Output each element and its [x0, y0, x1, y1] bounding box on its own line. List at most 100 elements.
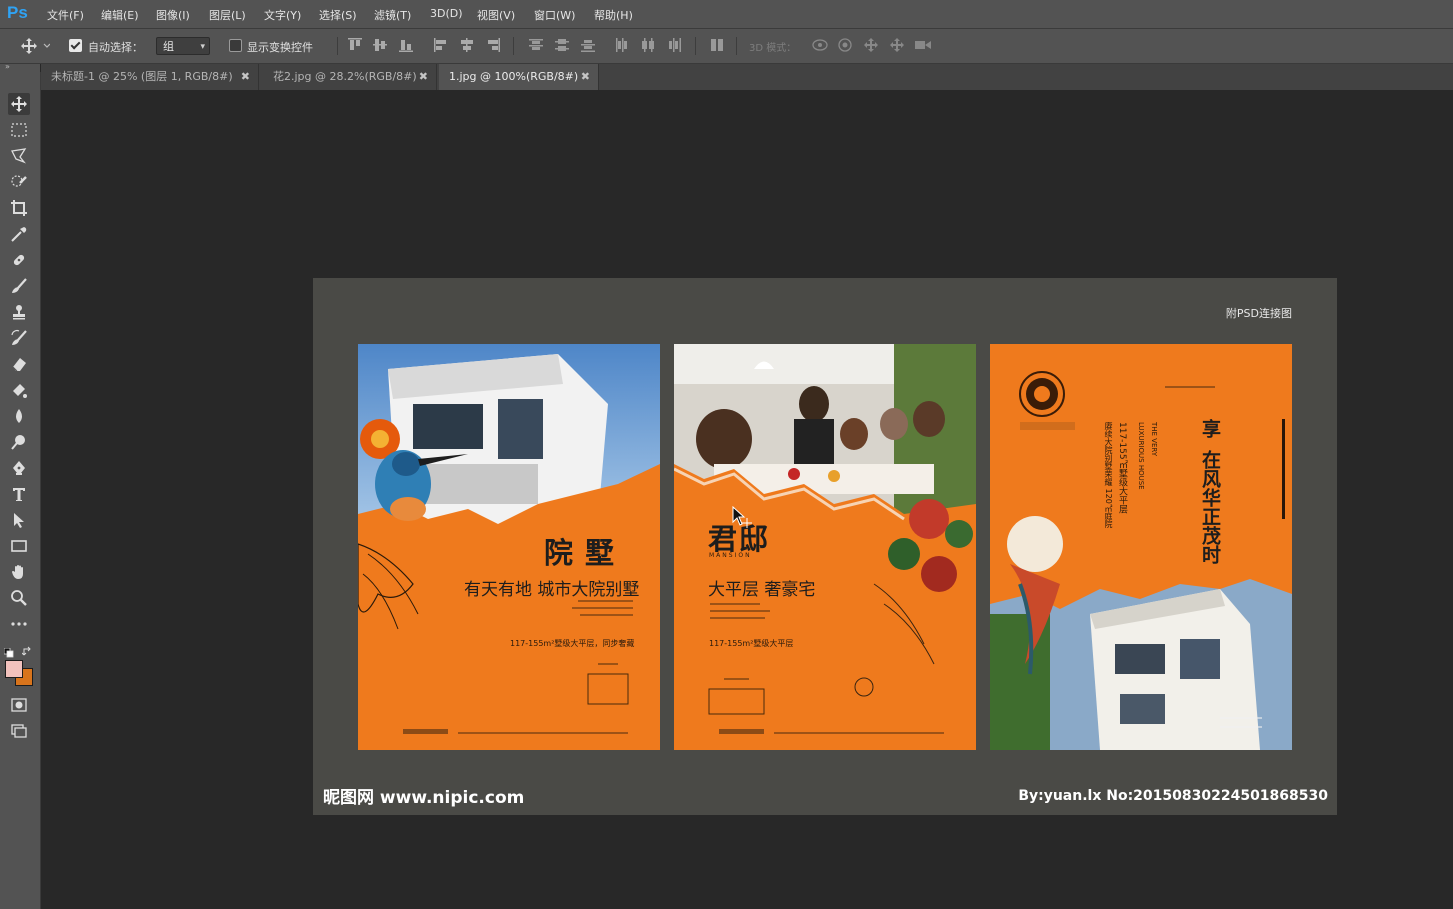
3d-mode-label: 3D 模式： [749, 43, 797, 54]
fine-print [578, 600, 633, 602]
auto-select-checkbox[interactable] [69, 39, 82, 52]
tab-untitled-1[interactable]: 未标题-1 @ 25% (图层 1, RGB/8#) ✖ [41, 64, 259, 90]
healing-brush-tool-icon[interactable] [8, 249, 30, 271]
fine-print [710, 617, 765, 619]
menu-layer[interactable]: 图层(L) [209, 7, 246, 23]
3d-rotate-icon[interactable] [812, 38, 828, 52]
poster-3-artwork [990, 371, 1292, 750]
more-tools-icon[interactable] [8, 613, 30, 635]
poster-2: 君邸 MANSION 大平层 奢豪宅 117-155m²墅级大平层 [674, 344, 976, 750]
poster-3: 享 在风华正茂时 117-155㎡墅级大平层 LUXURIOUS HOUSE T… [990, 344, 1292, 750]
align-vcenter-icon[interactable] [373, 38, 387, 52]
watermark-nipic: 昵图网 www.nipic.com [323, 788, 525, 808]
poster-3-vertical-line-2: LUXURIOUS HOUSE [1137, 422, 1145, 490]
align-right-icon[interactable] [486, 38, 500, 52]
crop-tool-icon[interactable] [8, 197, 30, 219]
fine-print [403, 729, 448, 734]
pen-tool-icon[interactable] [8, 457, 30, 479]
tab-label: 1.jpg @ 100%(RGB/8#) [449, 70, 579, 83]
menu-image[interactable]: 图像(I) [156, 7, 190, 23]
close-icon[interactable]: ✖ [241, 64, 250, 90]
tab-flower-2[interactable]: 花2.jpg @ 28.2%(RGB/8#) ✖ [263, 64, 437, 90]
path-selection-tool-icon[interactable] [8, 509, 30, 531]
photoshop-logo: Ps [7, 3, 28, 22]
divider [337, 37, 338, 55]
3d-slide-icon[interactable] [890, 38, 904, 52]
distribute-bottom-icon[interactable] [581, 38, 595, 52]
move-tool-icon[interactable] [8, 93, 30, 115]
zoom-tool-icon[interactable] [8, 587, 30, 609]
auto-align-icon[interactable] [710, 38, 724, 52]
align-hcenter-icon[interactable] [460, 38, 474, 52]
watermark-author: By:yuan.lx No:20150830224501868530 [1018, 788, 1328, 804]
hand-tool-icon[interactable] [8, 561, 30, 583]
toolbox-header: » [0, 62, 40, 72]
history-brush-tool-icon[interactable] [8, 327, 30, 349]
chevron-down-icon: ▾ [200, 42, 205, 52]
distribute-hcenter-icon[interactable] [641, 38, 655, 52]
fine-print [1220, 726, 1262, 728]
auto-select-label: 自动选择： [88, 41, 143, 54]
menu-file[interactable]: 文件(F) [47, 7, 84, 23]
3d-pan-icon[interactable] [864, 38, 878, 52]
close-icon[interactable]: ✖ [581, 64, 590, 90]
brush-tool-icon[interactable] [8, 275, 30, 297]
quick-selection-tool-icon[interactable] [8, 171, 30, 193]
divider [736, 37, 737, 55]
gradient-tool-icon[interactable] [8, 379, 30, 401]
blur-tool-icon[interactable] [8, 405, 30, 427]
poster-2-headline-en: MANSION [709, 552, 752, 559]
rectangle-tool-icon[interactable] [8, 535, 30, 557]
tab-1-jpg[interactable]: 1.jpg @ 100%(RGB/8#) ✖ [439, 64, 599, 90]
auto-select-dropdown[interactable]: 组 ▾ [156, 37, 210, 55]
eraser-tool-icon[interactable] [8, 353, 30, 375]
tab-label: 未标题-1 @ 25% (图层 1, RGB/8#) [51, 70, 233, 83]
menu-3d[interactable]: 3D(D) [430, 7, 463, 20]
type-tool-icon[interactable] [8, 483, 30, 505]
fine-print [458, 732, 628, 734]
align-bottom-icon[interactable] [399, 38, 413, 52]
menu-select[interactable]: 选择(S) [319, 7, 357, 23]
poster-2-spec: 117-155m²墅级大平层 [709, 639, 794, 648]
swap-colors-icon[interactable] [21, 642, 33, 661]
distribute-vcenter-icon[interactable] [555, 38, 569, 52]
show-transform-checkbox[interactable] [229, 39, 242, 52]
menu-help[interactable]: 帮助(H) [594, 7, 633, 23]
menu-filter[interactable]: 滤镜(T) [374, 7, 411, 23]
poster-3-vertical-line-4: 赓续大院别墅荣耀 120㎡庭院 [1104, 422, 1113, 528]
3d-roll-icon[interactable] [838, 38, 852, 52]
dodge-tool-icon[interactable] [8, 431, 30, 453]
show-transform-label: 显示变换控件 [247, 41, 313, 54]
document-canvas[interactable]: 附PSD连接图 院墅 有天有地 城市大院别墅 117-155m²墅级大平层，同步… [313, 278, 1337, 815]
distribute-left-icon[interactable] [615, 38, 629, 52]
distribute-top-icon[interactable] [529, 38, 543, 52]
foreground-color-swatch[interactable] [5, 660, 23, 678]
distribute-right-icon[interactable] [667, 38, 681, 52]
collapse-icon[interactable]: » [5, 62, 10, 71]
clone-stamp-tool-icon[interactable] [8, 301, 30, 323]
quick-mask-icon[interactable] [8, 694, 30, 716]
divider [513, 37, 514, 55]
menu-type[interactable]: 文字(Y) [264, 7, 301, 23]
align-top-icon[interactable] [348, 38, 362, 52]
marquee-tool-icon[interactable] [8, 119, 30, 141]
align-left-icon[interactable] [434, 38, 448, 52]
menu-edit[interactable]: 编辑(E) [101, 7, 139, 23]
move-tool-preset-icon[interactable] [20, 37, 51, 59]
fine-print [572, 607, 633, 609]
auto-select-value: 组 [163, 40, 174, 53]
menu-view[interactable]: 视图(V) [477, 7, 515, 23]
poster-3-vertical-line-1: 117-155㎡墅级大平层 [1117, 422, 1127, 514]
fine-print [719, 729, 764, 734]
close-icon[interactable]: ✖ [419, 64, 428, 90]
poster-1-spec: 117-155m²墅级大平层，同步奢藏 [510, 639, 635, 648]
eyedropper-tool-icon[interactable] [8, 223, 30, 245]
poster-1: 院墅 有天有地 城市大院别墅 117-155m²墅级大平层，同步奢藏 [358, 344, 660, 750]
menu-window[interactable]: 窗口(W) [534, 7, 575, 23]
lasso-tool-icon[interactable] [8, 145, 30, 167]
screen-mode-icon[interactable] [8, 720, 30, 742]
fine-print [1165, 386, 1215, 388]
fine-print [774, 732, 944, 734]
fine-print [1220, 717, 1262, 719]
3d-scale-icon[interactable] [915, 38, 931, 52]
